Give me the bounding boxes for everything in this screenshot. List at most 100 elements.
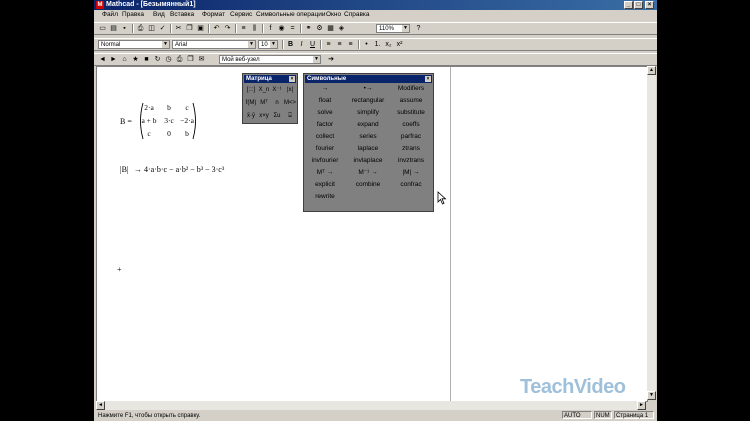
fourier-button[interactable]: fourier (305, 143, 345, 154)
numbering-icon[interactable]: 1. (373, 40, 382, 49)
laplace-button[interactable]: laplace (348, 143, 388, 154)
close-icon[interactable]: × (425, 76, 431, 82)
horizontal-scrollbar[interactable]: ◄ ► (96, 401, 646, 410)
scroll-up-icon[interactable]: ▲ (647, 66, 656, 75)
scroll-left-icon[interactable]: ◄ (96, 401, 105, 410)
redo-icon[interactable]: ↷ (223, 24, 232, 33)
matrix-insert-button[interactable]: [:::] (245, 85, 257, 95)
align-left-icon[interactable]: ≡ (324, 40, 333, 49)
menu-view[interactable]: Вид (153, 10, 165, 20)
mathcad-app-icon[interactable]: M (96, 1, 104, 9)
minimize-icon[interactable]: _ (624, 1, 633, 9)
open-icon[interactable]: ▤ (109, 24, 118, 33)
forward-icon[interactable]: ► (109, 55, 118, 64)
rectangular-button[interactable]: rectangular (348, 95, 388, 106)
invlaplace-button[interactable]: invlaplace (348, 155, 388, 166)
align-across-icon[interactable]: ≡ (239, 24, 248, 33)
series-button[interactable]: series (348, 131, 388, 142)
maximize-icon[interactable]: □ (634, 1, 643, 9)
menu-insert[interactable]: Вставка (170, 10, 194, 20)
menu-edit[interactable]: Правка (122, 10, 144, 20)
symbolic-keyword-evaluate-button[interactable]: •→ (348, 83, 388, 94)
copy-icon[interactable]: ❐ (185, 24, 194, 33)
font-size-select[interactable]: 10 ▼ (258, 40, 278, 49)
component-wizard-icon[interactable]: ⚙ (315, 24, 324, 33)
copy-icon[interactable]: ❐ (186, 55, 195, 64)
matrix-determinant-button[interactable]: |x| (284, 85, 296, 95)
scroll-down-icon[interactable]: ▼ (647, 391, 656, 400)
matrix-palette-title[interactable]: Матрица × (244, 75, 296, 83)
address-combo[interactable]: Мой веб-узел ▼ (219, 55, 321, 64)
symbolic-evaluate-button[interactable]: → (305, 83, 345, 94)
simplify-button[interactable]: simplify (348, 107, 388, 118)
superscript-icon[interactable]: x² (395, 40, 404, 49)
font-select[interactable]: Arial ▼ (172, 40, 256, 49)
matrix-inverse-button[interactable]: X⁻¹ (271, 85, 283, 95)
calculate-icon[interactable]: = (288, 24, 297, 33)
solve-button[interactable]: solve (305, 107, 345, 118)
print-preview-icon[interactable]: ◫ (147, 24, 156, 33)
collect-button[interactable]: collect (305, 131, 345, 142)
align-right-icon[interactable]: ≡ (346, 40, 355, 49)
zoom-select[interactable]: 110% ▼ (376, 24, 410, 33)
bullets-icon[interactable]: • (362, 40, 371, 49)
paste-icon[interactable]: ▣ (196, 24, 205, 33)
expand-button[interactable]: expand (348, 119, 388, 130)
close-icon[interactable]: × (289, 76, 295, 82)
vertical-scrollbar[interactable]: ▲ ▼ (647, 66, 656, 400)
substitute-button[interactable]: substitute (391, 107, 431, 118)
menu-tools[interactable]: Сервис (230, 10, 252, 20)
matrix-column-button[interactable]: M<> (284, 98, 296, 108)
ztrans-button[interactable]: ztrans (391, 143, 431, 154)
print-icon[interactable]: ⎙ (136, 24, 145, 33)
help-icon[interactable]: ? (414, 24, 423, 33)
favorites-icon[interactable]: ★ (131, 55, 140, 64)
insert-unit-icon[interactable]: ◉ (277, 24, 286, 33)
confrac-button[interactable]: confrac (391, 179, 431, 190)
worksheet[interactable]: B = 2·a b c a + b 3·c −2·a c 0 b |B| → 4… (96, 66, 648, 402)
vector-sum-button[interactable]: Σu (271, 111, 283, 121)
stop-icon[interactable]: ■ (142, 55, 151, 64)
scroll-right-icon[interactable]: ► (637, 401, 646, 410)
menu-file[interactable]: Файл (102, 10, 118, 20)
insert-function-icon[interactable]: f (266, 24, 275, 33)
assume-button[interactable]: assume (391, 95, 431, 106)
home-icon[interactable]: ⌂ (120, 55, 129, 64)
menu-help[interactable]: Справка (344, 10, 370, 20)
float-button[interactable]: float (305, 95, 345, 106)
matrix-transpose-button[interactable]: Mᵀ (258, 98, 270, 108)
combine-button[interactable]: combine (348, 179, 388, 190)
save-icon[interactable]: ▪ (120, 24, 129, 33)
refresh-icon[interactable]: ↻ (153, 55, 162, 64)
cut-icon[interactable]: ✂ (174, 24, 183, 33)
style-select[interactable]: Normal ▼ (98, 40, 170, 49)
mail-icon[interactable]: ✉ (197, 55, 206, 64)
underline-icon[interactable]: U (308, 40, 317, 49)
spellcheck-icon[interactable]: ✓ (158, 24, 167, 33)
matrix-vectorize-button[interactable]: f(M) (245, 98, 257, 108)
symbolic-determinant-button[interactable]: |M| → (391, 167, 431, 178)
symbolic-inverse-button[interactable]: M⁻¹ → (348, 167, 388, 178)
matrix-subscript-button[interactable]: X_n (258, 85, 270, 95)
align-down-icon[interactable]: ⫼ (250, 24, 259, 33)
menu-symbolics[interactable]: Символьные операции (256, 10, 325, 20)
align-center-icon[interactable]: ≡ (335, 40, 344, 49)
coeffs-button[interactable]: coeffs (391, 119, 431, 130)
dot-product-button[interactable]: x̄·ȳ (245, 111, 257, 121)
insert-hyperlink-icon[interactable]: ⚭ (304, 24, 313, 33)
rewrite-button[interactable]: rewrite (305, 191, 345, 202)
italic-icon[interactable]: I (297, 40, 306, 49)
new-icon[interactable]: ▭ (98, 24, 107, 33)
menu-format[interactable]: Формат (202, 10, 225, 20)
resource-center-icon[interactable]: ◈ (337, 24, 346, 33)
cross-product-button[interactable]: x×y (258, 111, 270, 121)
symbolic-palette-title[interactable]: Символьные × (305, 75, 432, 83)
bold-icon[interactable]: B (286, 40, 295, 49)
back-icon[interactable]: ◄ (98, 55, 107, 64)
symbolic-transpose-button[interactable]: Mᵀ → (305, 167, 345, 178)
picture-button[interactable]: ⌹ (284, 111, 296, 121)
close-icon[interactable]: × (645, 1, 654, 9)
invztrans-button[interactable]: invztrans (391, 155, 431, 166)
invfourier-button[interactable]: invfourier (305, 155, 345, 166)
run-mathconnex-icon[interactable]: ▦ (326, 24, 335, 33)
